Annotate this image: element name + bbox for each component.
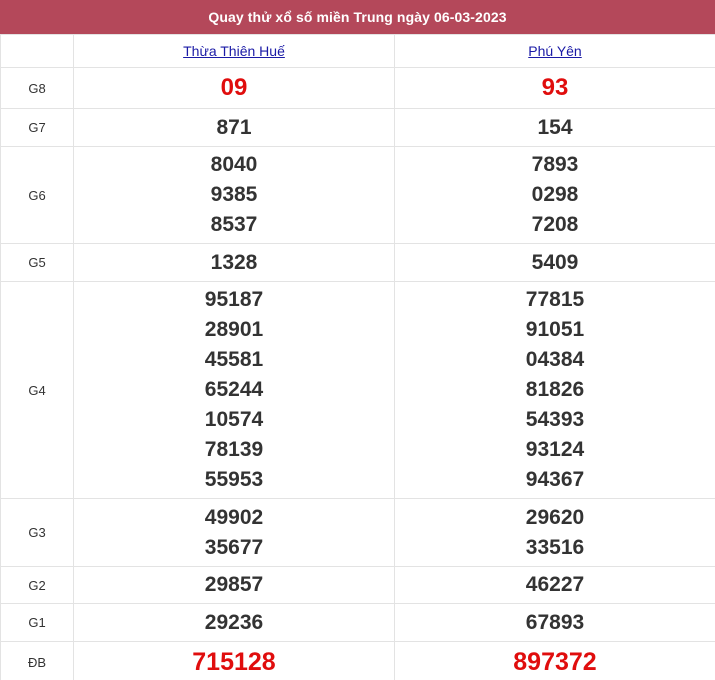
header-blank-cell: [0, 34, 74, 68]
province-link-thua-thien-hue[interactable]: Thừa Thiên Huế: [183, 43, 285, 59]
prize-number: 35677: [204, 535, 264, 559]
prize-number: 5409: [531, 250, 579, 274]
page-title: Quay thử xổ số miền Trung ngày 06-03-202…: [0, 0, 715, 34]
prize-g3-province-2: 29620 33516: [394, 498, 715, 567]
prize-number: 04384: [525, 348, 585, 371]
prize-number: 78139: [204, 438, 264, 461]
prize-number: 45581: [204, 348, 264, 371]
prize-g4-province-1: 95187 28901 45581 65244 10574 78139 5595…: [73, 281, 395, 499]
prize-label-g5: G5: [0, 243, 74, 282]
prize-number: 94367: [525, 468, 585, 491]
prize-label-special: ĐB: [0, 641, 74, 680]
prize-row-g8: G8 09 93: [0, 67, 715, 109]
prize-number: 81826: [525, 378, 585, 401]
prize-number: 77815: [525, 288, 585, 311]
prize-number: 9385: [210, 183, 258, 206]
prize-number: 46227: [525, 573, 585, 596]
prize-g8-province-1: 09: [73, 67, 395, 109]
prize-number: 09: [220, 74, 248, 101]
prize-label-g8: G8: [0, 67, 74, 109]
province-header-1: Thừa Thiên Huế: [73, 34, 395, 68]
prize-number: 7893: [531, 153, 579, 176]
prize-g1-province-2: 67893: [394, 603, 715, 642]
prize-number: 67893: [525, 610, 585, 634]
prize-number: 49902: [204, 505, 264, 529]
prize-row-g5: G5 1328 5409: [0, 243, 715, 282]
prize-row-g6: G6 8040 9385 8537 7893 0298 7208: [0, 146, 715, 244]
prize-number: 93: [541, 74, 569, 101]
prize-label-g1: G1: [0, 603, 74, 642]
prize-row-g4: G4 95187 28901 45581 65244 10574 78139 5…: [0, 281, 715, 499]
prize-number: 7208: [531, 213, 579, 236]
prize-g7-province-2: 154: [394, 108, 715, 147]
prize-number: 28901: [204, 318, 264, 341]
prize-label-g3: G3: [0, 498, 74, 567]
prize-number: 871: [216, 115, 252, 139]
province-header-2: Phú Yên: [394, 34, 715, 68]
prize-g8-province-2: 93: [394, 67, 715, 109]
prize-g5-province-1: 1328: [73, 243, 395, 282]
results-table: Thừa Thiên Huế Phú Yên G8 09 93 G7 871 1…: [0, 34, 715, 680]
prize-g6-province-2: 7893 0298 7208: [394, 146, 715, 244]
province-link-phu-yen[interactable]: Phú Yên: [528, 43, 581, 59]
province-header-row: Thừa Thiên Huế Phú Yên: [0, 34, 715, 68]
prize-row-special: ĐB 715128 897372: [0, 641, 715, 680]
prize-g5-province-2: 5409: [394, 243, 715, 282]
prize-number: 154: [537, 115, 573, 139]
prize-g4-province-2: 77815 91051 04384 81826 54393 93124 9436…: [394, 281, 715, 499]
prize-g2-province-1: 29857: [73, 566, 395, 604]
prize-g3-province-1: 49902 35677: [73, 498, 395, 567]
prize-number: 91051: [525, 318, 585, 341]
special-prize-number: 897372: [513, 648, 597, 676]
prize-number: 29857: [204, 573, 264, 596]
prize-number: 1328: [210, 250, 258, 274]
lottery-results-page: Quay thử xổ số miền Trung ngày 06-03-202…: [0, 0, 715, 680]
prize-g6-province-1: 8040 9385 8537: [73, 146, 395, 244]
prize-number: 10574: [204, 408, 264, 431]
prize-number: 65244: [204, 378, 264, 401]
prize-number: 33516: [525, 535, 585, 559]
prize-number: 29236: [204, 610, 264, 634]
prize-number: 8537: [210, 213, 258, 236]
prize-row-g7: G7 871 154: [0, 108, 715, 147]
prize-label-g4: G4: [0, 281, 74, 499]
prize-label-g2: G2: [0, 566, 74, 604]
prize-row-g1: G1 29236 67893: [0, 603, 715, 642]
special-prize-number: 715128: [192, 648, 276, 676]
prize-g1-province-1: 29236: [73, 603, 395, 642]
prize-special-province-1: 715128: [73, 641, 395, 680]
prize-special-province-2: 897372: [394, 641, 715, 680]
prize-number: 93124: [525, 438, 585, 461]
prize-number: 29620: [525, 505, 585, 529]
prize-row-g2: G2 29857 46227: [0, 566, 715, 604]
prize-label-g7: G7: [0, 108, 74, 147]
prize-number: 95187: [204, 288, 264, 311]
prize-number: 8040: [210, 153, 258, 176]
prize-g2-province-2: 46227: [394, 566, 715, 604]
prize-number: 54393: [525, 408, 585, 431]
prize-number: 0298: [531, 183, 579, 206]
prize-number: 55953: [204, 468, 264, 491]
prize-row-g3: G3 49902 35677 29620 33516: [0, 498, 715, 567]
prize-g7-province-1: 871: [73, 108, 395, 147]
prize-label-g6: G6: [0, 146, 74, 244]
